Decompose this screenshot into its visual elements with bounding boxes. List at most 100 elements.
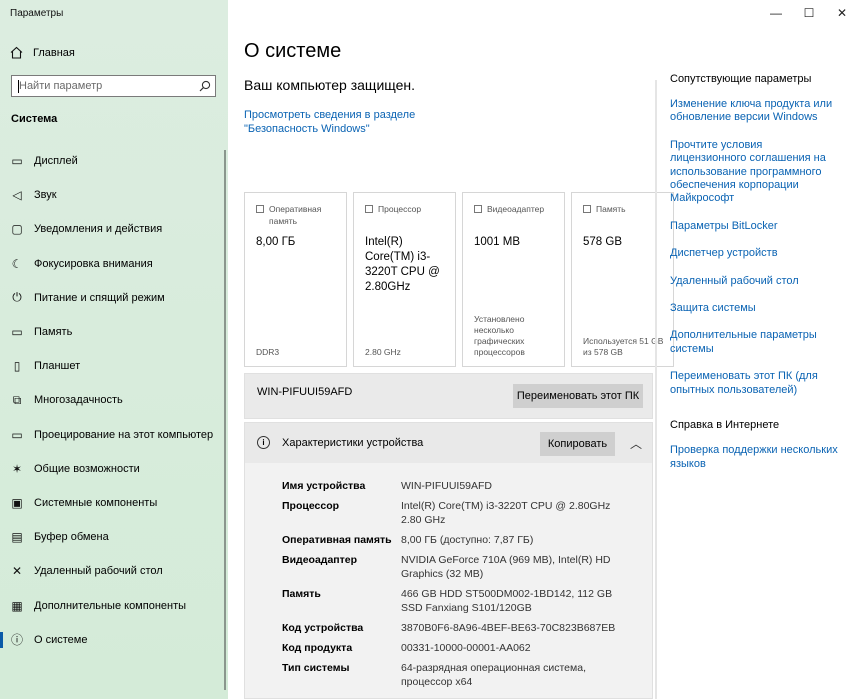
sidebar-item-label: Фокусировка внимания bbox=[34, 257, 153, 270]
sidebar-item[interactable]: ▦ Дополнительные компоненты bbox=[0, 588, 228, 622]
components-icon: ▣ bbox=[11, 495, 23, 510]
card-icon bbox=[474, 205, 482, 213]
copy-button[interactable]: Копировать bbox=[540, 432, 615, 456]
storage-icon: ▭ bbox=[11, 325, 23, 340]
sidebar-item-label: О системе bbox=[34, 633, 88, 646]
spec-row: Имя устройства WIN-PIFUUI59AFD bbox=[282, 479, 622, 493]
sidebar-item[interactable]: ▭ Дисплей bbox=[0, 144, 228, 178]
home-icon bbox=[10, 46, 23, 59]
related-title: Сопутствующие параметры bbox=[670, 73, 812, 85]
card-icon bbox=[583, 205, 591, 213]
sidebar-item[interactable]: ◁ Звук bbox=[0, 178, 228, 212]
spec-value: 64-разрядная операционная система, проце… bbox=[401, 662, 587, 688]
pc-name: WIN-PIFUUI59AFD bbox=[257, 386, 353, 398]
sidebar-item-label: Дисплей bbox=[34, 155, 78, 168]
related-link[interactable]: Удаленный рабочий стол bbox=[670, 275, 840, 288]
related-settings: Сопутствующие параметры Изменение ключа … bbox=[670, 73, 840, 485]
sidebar-item-label: Дополнительные компоненты bbox=[34, 599, 187, 612]
sidebar-nav: ▭ Дисплей ◁ Звук ▢ Уведомления и действия ☾ Фок… bbox=[0, 144, 228, 657]
home-link[interactable]: Главная bbox=[10, 46, 75, 59]
spec-row: Код продукта 00331-10000-00001-AA062 bbox=[282, 641, 622, 655]
sidebar-item-label: Общие возможности bbox=[34, 462, 140, 475]
sidebar-item[interactable]: ▢ Уведомления и действия bbox=[0, 212, 228, 246]
home-label: Главная bbox=[33, 46, 75, 59]
info-icon: ⓘ bbox=[10, 633, 23, 648]
sidebar-item[interactable]: ▭ Память bbox=[0, 315, 228, 349]
sidebar-item[interactable]: ▭ Проецирование на этот компьютер bbox=[0, 418, 228, 452]
spec-key: Тип системы bbox=[282, 662, 350, 674]
card-subtext: Используется 51 GB из 578 GB bbox=[583, 336, 664, 357]
close-button[interactable]: ✕ bbox=[829, 4, 855, 22]
search-input[interactable] bbox=[12, 80, 195, 92]
device-specs-header[interactable]: i Характеристики устройства Копировать ︿ bbox=[245, 423, 652, 463]
spec-value: 8,00 ГБ (доступно: 7,87 ГБ) bbox=[401, 534, 534, 546]
related-link[interactable]: Изменение ключа продукта или обновление … bbox=[670, 98, 840, 125]
spec-row: Процессор Intel(R) Core(TM) i3-3220T CPU … bbox=[282, 499, 622, 527]
sidebar-item[interactable]: ▣ Системные компоненты bbox=[0, 486, 228, 520]
sidebar-item[interactable]: ⧉ Многозадачность bbox=[0, 383, 228, 417]
minimize-button[interactable]: — bbox=[763, 4, 789, 22]
sidebar-item-label: Планшет bbox=[34, 360, 81, 373]
sidebar-item[interactable]: ⏻ Питание и спящий режим bbox=[0, 281, 228, 315]
security-link[interactable]: Просмотреть сведения в разделе "Безопасн… bbox=[244, 108, 484, 136]
device-specs-title: Характеристики устройства bbox=[282, 437, 424, 449]
sidebar-item[interactable]: ✶ Общие возможности bbox=[0, 452, 228, 486]
sidebar-item-label: Звук bbox=[34, 189, 57, 202]
rename-pc-button[interactable]: Переименовать этот ПК bbox=[513, 384, 643, 408]
card-value: 578 GB bbox=[583, 236, 622, 248]
sidebar-item-label: Питание и спящий режим bbox=[34, 291, 165, 304]
spec-key: Код продукта bbox=[282, 642, 353, 654]
notifications-icon: ▢ bbox=[11, 222, 23, 237]
spec-value: 3870B0F6-8A96-4BEF-BE63-70C823B687EB bbox=[401, 622, 616, 634]
card-value: 8,00 ГБ bbox=[256, 236, 296, 248]
sidebar-item[interactable]: ✕ Удаленный рабочий стол bbox=[0, 554, 228, 588]
card-icon bbox=[256, 205, 264, 213]
related-link[interactable]: Прочтите условия лицензионного соглашени… bbox=[670, 139, 840, 206]
search-box[interactable] bbox=[11, 75, 216, 97]
spec-key: Память bbox=[282, 588, 321, 600]
card-title: Видеоадаптер bbox=[487, 204, 545, 214]
spec-card: Оперативная память 8,00 ГБ DDR3 bbox=[244, 192, 347, 367]
maximize-button[interactable]: ☐ bbox=[796, 4, 822, 22]
spec-value: Intel(R) Core(TM) i3-3220T CPU @ 2.80GHz… bbox=[401, 500, 611, 526]
sidebar-item-label: Проецирование на этот компьютер bbox=[34, 428, 214, 441]
related-link[interactable]: Диспетчер устройств bbox=[670, 247, 840, 260]
sidebar-item-label: Уведомления и действия bbox=[34, 223, 163, 236]
card-title: Оперативная память bbox=[269, 204, 322, 226]
spec-value: WIN-PIFUUI59AFD bbox=[401, 480, 493, 492]
main-scrollbar[interactable] bbox=[655, 80, 657, 699]
chevron-up-icon[interactable]: ︿ bbox=[630, 435, 642, 452]
related-link[interactable]: Дополнительные параметры системы bbox=[670, 329, 840, 356]
spec-value: NVIDIA GeForce 710A (969 MB), Intel(R) H… bbox=[401, 554, 611, 580]
sidebar-item[interactable]: ☾ Фокусировка внимания bbox=[0, 247, 228, 281]
spec-value: 466 GB HDD ST500DM002-1BD142, 112 GB SSD… bbox=[401, 588, 613, 614]
tablet-icon: ▯ bbox=[13, 359, 21, 374]
related-link[interactable]: Параметры BitLocker bbox=[670, 220, 840, 233]
search-icon[interactable] bbox=[195, 80, 215, 92]
related-link[interactable]: Переименовать этот ПК (для опытных польз… bbox=[670, 370, 840, 397]
spec-card: Процессор Intel(R) Core(TM) i3-3220T CPU … bbox=[353, 192, 456, 367]
spec-cards: Оперативная память 8,00 ГБ DDR3 Процессор In… bbox=[244, 192, 674, 367]
multitask-icon: ⧉ bbox=[12, 392, 22, 407]
spec-card: Память 578 GB Используется 51 GB из 578 GB bbox=[571, 192, 674, 367]
spec-row: Оперативная память 8,00 ГБ (доступно: 7,8… bbox=[282, 533, 622, 547]
related-link[interactable]: Защита системы bbox=[670, 302, 840, 315]
clipboard-icon: ▤ bbox=[11, 530, 23, 545]
card-header: Видеоадаптер bbox=[474, 203, 544, 215]
card-subtext: Установлено несколько графических процес… bbox=[474, 314, 525, 357]
sidebar: Параметры Главная Система ▭ Дисплей ◁ Звук ▢… bbox=[0, 0, 228, 699]
sidebar-item-label: Память bbox=[34, 326, 73, 339]
card-title: Процессор bbox=[378, 204, 422, 214]
sidebar-item[interactable]: ▤ Буфер обмена bbox=[0, 520, 228, 554]
spec-key: Оперативная память bbox=[282, 534, 392, 546]
spec-card: Видеоадаптер 1001 MB Установлено несколько… bbox=[462, 192, 565, 367]
info-icon: i bbox=[257, 436, 270, 449]
card-title: Память bbox=[596, 204, 626, 214]
section-title: Система bbox=[11, 113, 58, 125]
sidebar-scrollbar[interactable] bbox=[224, 150, 226, 690]
card-subtext: 2.80 GHz bbox=[365, 347, 401, 357]
card-header: Оперативная память bbox=[256, 203, 346, 227]
help-link[interactable]: Проверка поддержки нескольких языков bbox=[670, 444, 840, 471]
sidebar-item[interactable]: ▯ Планшет bbox=[0, 349, 228, 383]
sidebar-item[interactable]: ⓘ О системе bbox=[0, 623, 228, 657]
